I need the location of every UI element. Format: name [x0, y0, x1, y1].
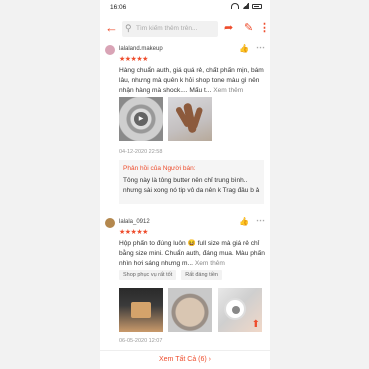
review-photo-thumbnail[interactable]: ⬆ — [218, 288, 262, 332]
review-photo-thumbnail[interactable] — [168, 97, 212, 141]
top-bar: ← ⚲ Tìm kiếm thêm trên... ➦ ✎ ⋮ — [100, 17, 270, 41]
battery-icon — [252, 3, 262, 9]
status-bar: 16:06 — [100, 0, 270, 14]
product-image — [224, 298, 246, 320]
search-input[interactable]: ⚲ Tìm kiếm thêm trên... — [122, 21, 218, 37]
hand-finger — [190, 106, 204, 130]
review-tag: Rất đáng tiền — [181, 270, 222, 280]
play-icon: ▶ — [134, 112, 148, 126]
review-photo-thumbnail[interactable] — [168, 288, 212, 332]
review-text: Hộp phấn to đúng luôn 😆 full size mà giá… — [119, 239, 266, 269]
review-text: Hàng chuẩn auth, giá quá rẻ, chất phấn m… — [119, 66, 266, 96]
wifi-icon — [231, 3, 239, 9]
edit-icon[interactable]: ✎ — [244, 20, 253, 36]
seller-reply-text: Tông này là tông butter nên chỉ trung bì… — [123, 177, 260, 194]
review-video-thumbnail[interactable]: ▶ — [119, 97, 163, 141]
review-body: Hộp phấn to đúng luôn 😆 full size mà giá… — [119, 240, 265, 267]
search-placeholder: Tìm kiếm thêm trên... — [136, 25, 198, 32]
seller-reply-title: Phản hồi của Người bán: — [123, 165, 196, 172]
review-date: 06-05-2020 12:07 — [119, 338, 163, 344]
reviewer-name: lalala_0912 — [119, 219, 150, 225]
more-vertical-icon[interactable]: ⋮ — [259, 20, 270, 36]
product-tin — [131, 302, 151, 318]
review-tags: Shop phục vụ rất tốt Rất đáng tiền — [119, 270, 222, 280]
search-icon: ⚲ — [125, 23, 132, 33]
more-options-icon[interactable]: ⋯ — [256, 215, 265, 226]
avatar — [105, 218, 115, 228]
phone-screen: 16:06 ← ⚲ Tìm kiếm thêm trên... ➦ ✎ ⋮ la… — [100, 0, 270, 369]
review-tag: Shop phục vụ rất tốt — [119, 270, 177, 280]
signal-icon — [242, 3, 249, 9]
review-photo-thumbnail[interactable] — [119, 288, 163, 332]
reviewer-name: lalaland.makeup — [119, 46, 163, 52]
avatar — [105, 45, 115, 55]
seller-reply: Phản hồi của Người bán: Tông này là tông… — [119, 160, 264, 204]
status-icons — [231, 3, 262, 9]
status-time: 16:06 — [110, 4, 127, 11]
back-button[interactable]: ← — [105, 20, 118, 36]
share-icon[interactable]: ➦ — [224, 20, 233, 36]
like-icon[interactable]: 👍 — [239, 44, 249, 53]
see-more-link[interactable]: Xem thêm — [213, 87, 243, 94]
see-all-button[interactable]: Xem Tất Cả (6) › — [100, 356, 270, 363]
more-options-icon[interactable]: ⋯ — [256, 42, 265, 53]
rating-stars: ★★★★★ — [119, 229, 148, 236]
like-icon[interactable]: 👍 — [239, 217, 249, 226]
see-more-link[interactable]: Xem thêm — [195, 260, 225, 267]
rating-stars: ★★★★★ — [119, 56, 148, 63]
divider — [100, 350, 270, 351]
arrow-up-icon: ⬆ — [251, 319, 260, 330]
review-date: 04-12-2020 22:58 — [119, 149, 163, 155]
